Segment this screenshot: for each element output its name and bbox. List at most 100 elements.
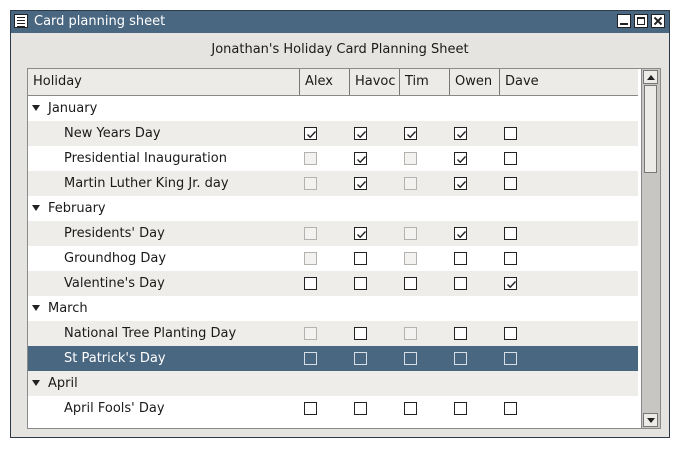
checkmark-icon (457, 131, 467, 139)
group-label: April (48, 376, 78, 391)
tree-group-row[interactable]: February (28, 196, 638, 221)
checkbox-tim[interactable] (404, 127, 417, 140)
checkbox-owen[interactable] (454, 227, 467, 240)
tree-item-row-selected[interactable]: St Patrick's Day (28, 346, 638, 371)
minimize-icon[interactable] (617, 14, 631, 28)
checkbox-havoc[interactable] (354, 402, 367, 415)
checkbox-owen[interactable] (454, 252, 467, 265)
checkbox-owen[interactable] (454, 177, 467, 190)
checkbox-dave[interactable] (504, 227, 517, 240)
group-label: February (48, 201, 106, 216)
column-header-dave[interactable]: Dave (500, 69, 638, 95)
holiday-label: National Tree Planting Day (64, 326, 237, 341)
checkbox-alex[interactable] (304, 402, 317, 415)
checkbox-tim[interactable] (404, 277, 417, 290)
checkbox-owen[interactable] (454, 352, 467, 365)
holiday-label: Valentine's Day (64, 276, 165, 291)
checkmark-icon (457, 156, 467, 164)
checkbox-dave[interactable] (504, 277, 517, 290)
checkbox-havoc[interactable] (354, 152, 367, 165)
checkmark-icon (507, 281, 517, 289)
checkbox-havoc[interactable] (354, 277, 367, 290)
tree-item-row[interactable]: Presidential Inauguration (28, 146, 638, 171)
checkbox-owen[interactable] (454, 127, 467, 140)
checkmark-icon (357, 131, 367, 139)
checkmark-icon (357, 181, 367, 189)
holiday-label: Presidential Inauguration (64, 151, 227, 166)
checkbox-havoc[interactable] (354, 177, 367, 190)
checkbox-alex (304, 152, 317, 165)
checkbox-dave[interactable] (504, 177, 517, 190)
window-title: Card planning sheet (34, 14, 166, 29)
close-icon[interactable] (651, 14, 665, 28)
checkbox-tim[interactable] (404, 352, 417, 365)
tree-item-row[interactable]: Valentine's Day (28, 271, 638, 296)
window-menu-icon[interactable] (14, 14, 28, 28)
checkmark-icon (457, 231, 467, 239)
tree-group-row[interactable]: March (28, 296, 638, 321)
checkbox-havoc[interactable] (354, 227, 367, 240)
checkbox-alex[interactable] (304, 352, 317, 365)
checkbox-alex[interactable] (304, 127, 317, 140)
checkbox-havoc[interactable] (354, 352, 367, 365)
column-header-havoc[interactable]: Havoc (350, 69, 400, 95)
checkbox-alex (304, 327, 317, 340)
checkbox-owen[interactable] (454, 152, 467, 165)
checkmark-icon (407, 131, 417, 139)
scroll-down-icon[interactable] (643, 413, 658, 427)
column-header-owen[interactable]: Owen (450, 69, 500, 95)
checkbox-tim (404, 327, 417, 340)
checkbox-havoc[interactable] (354, 252, 367, 265)
tree-item-row[interactable]: Groundhog Day (28, 246, 638, 271)
checkbox-dave[interactable] (504, 127, 517, 140)
checkbox-dave[interactable] (504, 327, 517, 340)
checkbox-owen[interactable] (454, 402, 467, 415)
group-label: January (48, 101, 98, 116)
tree-item-row[interactable]: New Years Day (28, 121, 638, 146)
checkmark-icon (457, 181, 467, 189)
holiday-tree-view[interactable]: Holiday Alex Havoc Tim Owen Dave January… (27, 68, 661, 429)
holiday-label: New Years Day (64, 126, 161, 141)
scroll-up-icon[interactable] (643, 70, 658, 84)
holiday-label: Groundhog Day (64, 251, 167, 266)
maximize-icon[interactable] (634, 14, 648, 28)
checkmark-icon (357, 231, 367, 239)
holiday-label: April Fools' Day (64, 401, 165, 416)
checkbox-dave[interactable] (504, 352, 517, 365)
expander-arrow-icon[interactable] (32, 305, 40, 311)
title-bar[interactable]: Card planning sheet (11, 11, 669, 33)
group-label: March (48, 301, 88, 316)
checkbox-dave[interactable] (504, 402, 517, 415)
expander-arrow-icon[interactable] (32, 205, 40, 211)
checkbox-alex[interactable] (304, 277, 317, 290)
tree-item-row[interactable]: April Fools' Day (28, 396, 638, 421)
checkbox-dave[interactable] (504, 152, 517, 165)
checkbox-havoc[interactable] (354, 327, 367, 340)
expander-arrow-icon[interactable] (32, 105, 40, 111)
checkbox-alex (304, 177, 317, 190)
checkbox-owen[interactable] (454, 277, 467, 290)
tree-item-row[interactable]: Presidents' Day (28, 221, 638, 246)
column-header-tim[interactable]: Tim (400, 69, 450, 95)
vertical-scrollbar[interactable] (641, 69, 660, 428)
column-header-holiday[interactable]: Holiday (28, 69, 300, 95)
tree-item-row[interactable]: National Tree Planting Day (28, 321, 638, 346)
tree-group-row[interactable]: January (28, 96, 638, 121)
checkbox-owen[interactable] (454, 327, 467, 340)
checkbox-dave[interactable] (504, 252, 517, 265)
holiday-label: Presidents' Day (64, 226, 165, 241)
checkbox-alex (304, 252, 317, 265)
checkbox-tim (404, 252, 417, 265)
checkbox-tim[interactable] (404, 402, 417, 415)
expander-arrow-icon[interactable] (32, 380, 40, 386)
checkbox-havoc[interactable] (354, 127, 367, 140)
scrollbar-thumb[interactable] (644, 85, 657, 173)
column-header-row: Holiday Alex Havoc Tim Owen Dave (28, 69, 638, 96)
sheet-title: Jonathan's Holiday Card Planning Sheet (211, 42, 469, 57)
column-header-alex[interactable]: Alex (300, 69, 350, 95)
tree-group-row[interactable]: April (28, 371, 638, 396)
holiday-label: Martin Luther King Jr. day (64, 176, 229, 191)
tree-item-row[interactable]: Martin Luther King Jr. day (28, 171, 638, 196)
checkbox-tim (404, 152, 417, 165)
checkmark-icon (357, 156, 367, 164)
